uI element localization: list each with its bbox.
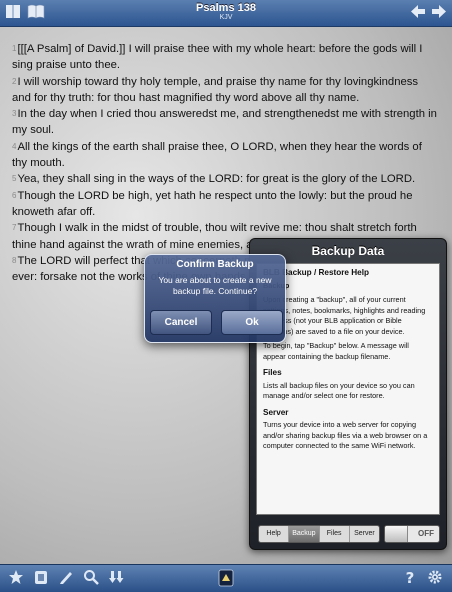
backup-segmented-control: Help Backup Files Server (258, 525, 380, 543)
server-toggle[interactable]: OFF (384, 525, 440, 543)
files-heading: Files (263, 368, 282, 377)
verse-text: I will worship toward thy holy temple, a… (12, 75, 419, 104)
help-paragraph: Upon creating a "backup", all of your cu… (263, 295, 426, 336)
verse-number: 2 (12, 76, 17, 86)
bible-version-label: KJV (219, 14, 233, 21)
verse-text: All the kings of the earth shall praise … (12, 140, 422, 170)
gear-icon[interactable] (425, 569, 445, 588)
verse-number: 6 (12, 190, 17, 200)
verse-number: 4 (12, 141, 17, 151)
verse-number: 8 (12, 255, 17, 265)
server-paragraph: Turns your device into a web server for … (263, 420, 428, 450)
verse-number: 1 (12, 44, 17, 53)
verse-number: 3 (12, 109, 17, 119)
verse[interactable]: 1[[[A Psalm] of David.]] I will praise t… (12, 41, 440, 74)
files-paragraph: Lists all backup files on your device so… (263, 380, 415, 401)
help-heading: BLB Backup / Restore Help (263, 268, 370, 277)
verse-text: Though the LORD be high, yet hath he res… (12, 189, 413, 218)
app-logo-icon[interactable] (216, 569, 236, 588)
bottom-toolbar: ? (0, 564, 452, 592)
server-heading: Server (263, 407, 289, 417)
verse-text: In the day when I cried thou answeredst … (12, 108, 437, 137)
forward-arrow-icon[interactable] (430, 4, 448, 21)
svg-text:?: ? (406, 569, 415, 585)
toggle-knob (385, 526, 408, 542)
download-icon[interactable] (106, 569, 126, 588)
ok-button[interactable]: Ok (221, 310, 283, 335)
back-arrow-icon[interactable] (409, 4, 427, 21)
confirm-backup-alert: Confirm Backup You are about to create a… (144, 254, 286, 343)
tab-help[interactable]: Help (259, 526, 290, 542)
cancel-button[interactable]: Cancel (150, 310, 212, 335)
verse-number: 7 (12, 223, 17, 233)
tab-server[interactable]: Server (350, 526, 379, 542)
alert-message: You are about to create a new backup fil… (158, 275, 272, 296)
page-title: Psalms 138 (196, 2, 256, 14)
tab-files[interactable]: Files (320, 526, 350, 542)
tab-backup[interactable]: Backup (289, 526, 320, 542)
verse-number: 5 (12, 174, 17, 184)
verse[interactable]: 2I will worship toward thy holy temple, … (12, 74, 440, 107)
help-icon[interactable]: ? (400, 569, 420, 588)
verse[interactable]: 6Though the LORD be high, yet hath he re… (12, 188, 440, 221)
top-navigation-bar: Psalms 138 KJV (0, 0, 452, 27)
verse[interactable]: 3In the day when I cried thou answeredst… (12, 106, 440, 139)
verse[interactable]: 5Yea, they shall sing in the ways of the… (12, 171, 440, 187)
search-icon[interactable] (81, 569, 101, 588)
toggle-label: OFF (418, 529, 434, 538)
verse-text: [[[A Psalm] of David.]] I will praise th… (12, 43, 423, 72)
verse-text: Yea, they shall sing in the ways of the … (17, 173, 416, 186)
help-paragraph: To begin, tap "Backup" below. A message … (263, 341, 409, 361)
pen-icon[interactable] (56, 569, 76, 588)
notes-icon[interactable] (31, 569, 51, 588)
alert-title: Confirm Backup (176, 259, 254, 270)
verse[interactable]: 4All the kings of the earth shall praise… (12, 139, 440, 172)
star-icon[interactable] (6, 569, 26, 588)
help-subheading: Backup (263, 281, 433, 292)
